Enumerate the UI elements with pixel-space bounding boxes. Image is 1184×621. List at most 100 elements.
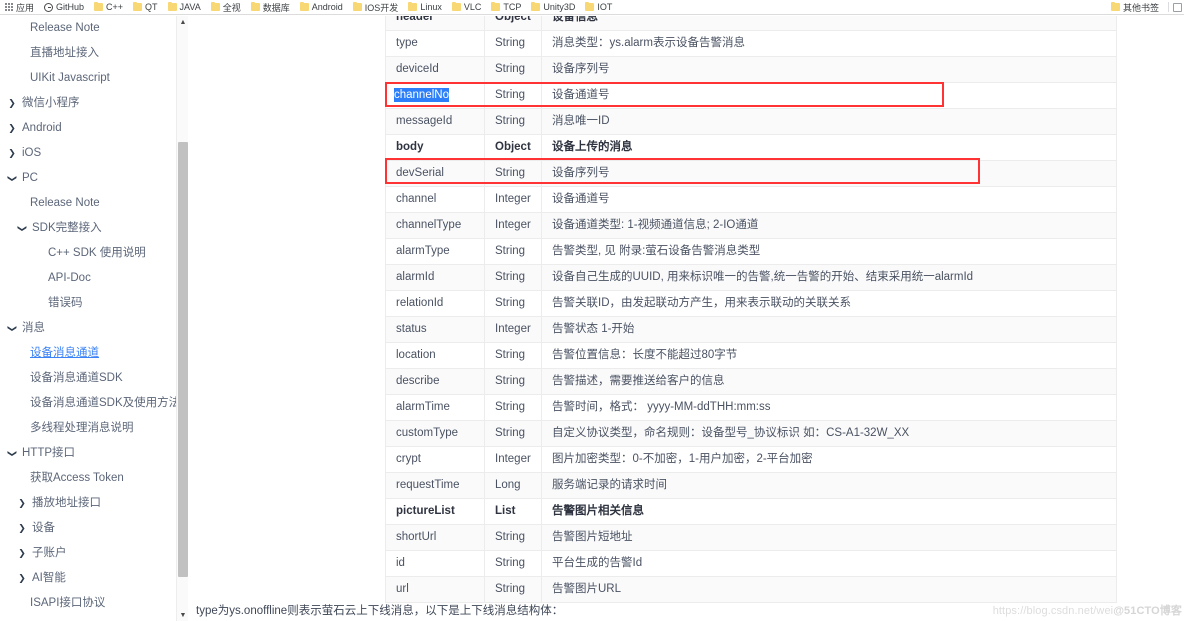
cell-description: 告警类型, 见 附录:萤石设备告警消息类型 [541, 238, 1117, 265]
bookmark-item[interactable]: 全视 [206, 1, 246, 14]
sidebar-item-label: 设备消息通道SDK [30, 371, 123, 384]
table-row: id String 平台生成的告警Id [385, 550, 1117, 577]
chevron-right-icon[interactable]: ❯ [16, 498, 28, 509]
chevron-right-icon[interactable]: ❯ [16, 548, 28, 559]
folder-icon [352, 1, 362, 11]
bookmark-item[interactable]: VLC [447, 1, 487, 14]
sidebar-item[interactable]: ❯ iOS [0, 141, 177, 166]
bookmark-label: C++ [106, 2, 124, 12]
chevron-right-icon[interactable]: ❯ [6, 98, 18, 109]
cell-type: String [484, 290, 542, 317]
sidebar-item[interactable]: ❯ 设备 [0, 516, 177, 541]
folder-icon [408, 1, 418, 11]
chevron-right-icon[interactable]: ❯ [6, 123, 18, 134]
table-row: crypt Integer 图片加密类型：0-不加密，1-用户加密，2-平台加密 [385, 446, 1117, 473]
sidebar-item[interactable]: Release Note [0, 191, 177, 216]
cell-type: Integer [484, 186, 542, 213]
bookmark-item[interactable]: 数据库 [246, 1, 295, 14]
sidebar-item[interactable]: UIKit Javascript [0, 66, 177, 91]
cell-field: alarmType [385, 238, 485, 265]
chevron-down-icon[interactable]: ❯ [7, 448, 18, 460]
cell-field: url [385, 576, 485, 603]
sidebar-item[interactable]: ❯ SDK完整接入 [0, 216, 177, 241]
sidebar-scrollbar-thumb[interactable] [178, 142, 188, 577]
cell-type: String [484, 160, 542, 187]
sidebar-item[interactable]: 错误码 [0, 291, 177, 316]
sidebar-item[interactable]: 设备消息通道SDK及使用方法 [0, 391, 177, 416]
bookmark-item[interactable]: IOT [580, 1, 617, 14]
folder-icon [299, 1, 309, 11]
bookmark-item[interactable]: Unity3D [526, 1, 580, 14]
folder-icon [585, 1, 595, 11]
cell-description: 告警关联ID，由发起联动方产生，用来表示联动的关联关系 [541, 290, 1117, 317]
bookmark-item[interactable]: JAVA [163, 1, 206, 14]
apps-label: 应用 [16, 2, 35, 13]
sidebar-item[interactable]: ❯ 子账户 [0, 541, 177, 566]
chevron-down-icon[interactable]: ❯ [7, 323, 18, 335]
sidebar-item[interactable]: 直播地址接入 [0, 41, 177, 66]
table-row: alarmTime String 告警时间，格式： yyyy-MM-ddTHH:mm… [385, 394, 1117, 421]
sidebar-item[interactable]: Release Note [0, 16, 177, 41]
reading-list-icon[interactable] [1173, 2, 1182, 12]
sidebar-item-label: 播放地址接口 [32, 496, 101, 509]
sidebar-item[interactable]: ❯ 播放地址接口 [0, 491, 177, 516]
bookmark-item[interactable]: IOS开发 [348, 1, 404, 14]
cell-type: String [484, 576, 542, 603]
sidebar-item[interactable]: ❯ AI智能 [0, 566, 177, 591]
cell-field: header [385, 16, 485, 31]
sidebar-item[interactable]: 设备消息通道 [0, 341, 177, 366]
cell-description: 设备通道号 [541, 186, 1117, 213]
sidebar-item[interactable]: C++ SDK 使用说明 [0, 241, 177, 266]
chevron-right-icon[interactable]: ❯ [6, 148, 18, 159]
sidebar-item[interactable]: ISAPI接口协议 [0, 591, 177, 616]
folder-icon [451, 1, 461, 11]
cell-description: 设备通道类型: 1-视频通道信息; 2-IO通道 [541, 212, 1117, 239]
table-row: alarmType String 告警类型, 见 附录:萤石设备告警消息类型 [385, 238, 1117, 265]
sidebar-item[interactable]: ❯ HTTP接口 [0, 441, 177, 466]
chevron-right-icon[interactable]: ❯ [16, 573, 28, 584]
sidebar-item[interactable]: ❯ 消息 [0, 316, 177, 341]
scroll-down-arrow[interactable]: ▼ [177, 609, 189, 621]
folder-icon [210, 1, 220, 11]
footnote-text: type为ys.onoffline则表示萤石云上下线消息，以下是上下线消息结构体… [196, 605, 564, 617]
cell-field: location [385, 342, 485, 369]
apps-shortcut[interactable]: 应用 [2, 1, 39, 14]
sidebar-item[interactable]: 设备消息通道SDK [0, 366, 177, 391]
cell-type: Integer [484, 316, 542, 343]
sidebar-scrollbar[interactable]: ▲ ▼ [176, 16, 188, 621]
sidebar-item[interactable]: ❯ 微信小程序 [0, 91, 177, 116]
docs-sidebar-nav[interactable]: Release Note 直播地址接入 UIKit Javascript ❯ 微信小程序… [0, 16, 177, 621]
sidebar-item-label: ISAPI接口协议 [30, 596, 106, 609]
sidebar-item[interactable]: 多线程处理消息说明 [0, 416, 177, 441]
table-row: requestTime Long 服务端记录的请求时间 [385, 472, 1117, 499]
sidebar-item-label: 设备消息通道SDK及使用方法 [30, 396, 177, 409]
scroll-up-arrow[interactable]: ▲ [177, 16, 189, 28]
chevron-down-icon[interactable]: ❯ [17, 223, 28, 235]
bookmark-other[interactable]: 其他书签 [1106, 1, 1164, 14]
table-row: channelType Integer 设备通道类型: 1-视频通道信息; 2-IO… [385, 212, 1117, 239]
bookmark-label: QT [145, 2, 158, 12]
cell-field: deviceId [385, 56, 485, 83]
bookmark-item[interactable]: Linux [403, 1, 447, 14]
sidebar-item[interactable]: API-Doc [0, 266, 177, 291]
sidebar-item[interactable]: 获取Access Token [0, 466, 177, 491]
folder-icon [167, 1, 177, 11]
cell-description: 设备上传的消息 [541, 134, 1117, 161]
chevron-right-icon[interactable]: ❯ [16, 523, 28, 534]
watermark: https://blog.csdn.net/wei@51CTO博客 [993, 602, 1182, 618]
bookmark-item[interactable]: QT [128, 1, 163, 14]
bookmark-item[interactable]: Android [295, 1, 348, 14]
cell-description: 设备通道号 [541, 82, 1117, 109]
bookmark-item[interactable]: GitHub [39, 1, 89, 14]
bookmark-item[interactable]: TCP [486, 1, 526, 14]
cell-description: 告警图片URL [541, 576, 1117, 603]
cell-description: 告警描述，需要推送给客户的信息 [541, 368, 1117, 395]
sidebar-item-label: C++ SDK 使用说明 [48, 246, 146, 259]
bookmark-item[interactable]: C++ [89, 1, 128, 14]
chevron-down-icon[interactable]: ❯ [7, 173, 18, 185]
table-row: channel Integer 设备通道号 [385, 186, 1117, 213]
bookmark-label: GitHub [56, 2, 85, 12]
sidebar-item[interactable]: ❯ Android [0, 116, 177, 141]
folder-icon [250, 1, 260, 11]
sidebar-item[interactable]: ❯ PC [0, 166, 177, 191]
